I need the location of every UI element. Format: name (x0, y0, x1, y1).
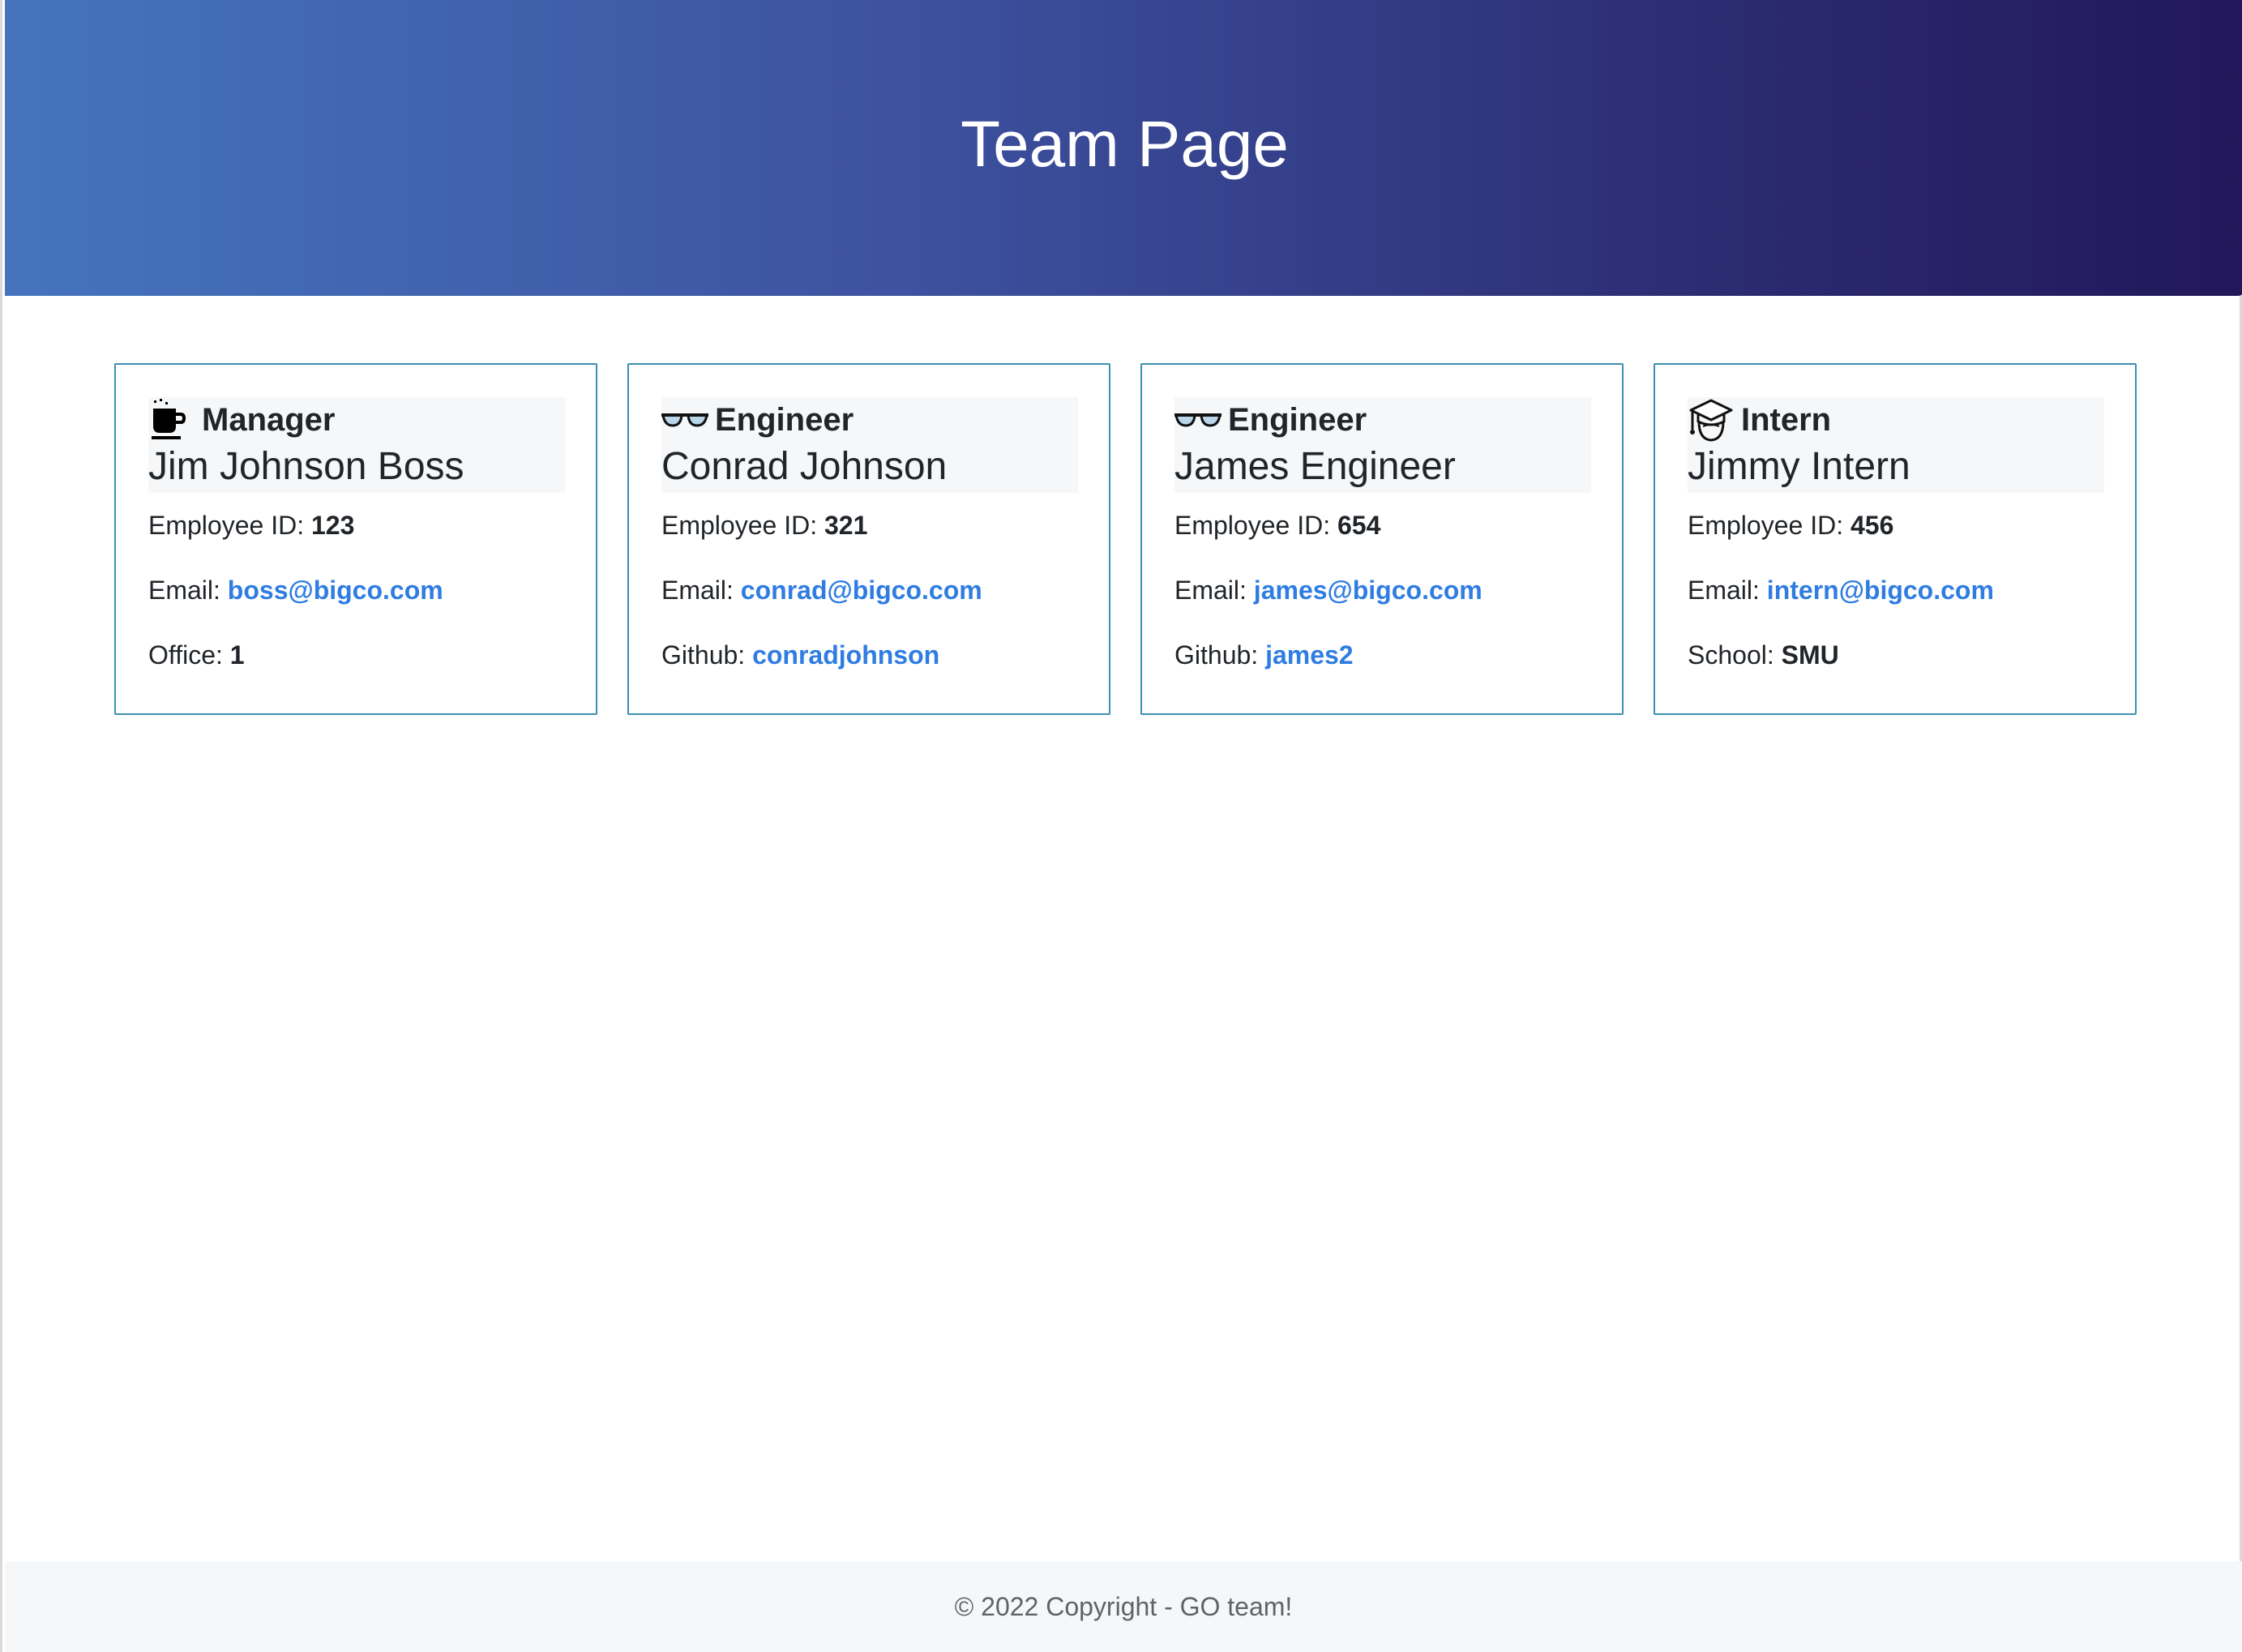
role-line: Engineer (661, 397, 1078, 439)
email-row: Email: intern@bigco.com (1688, 558, 2103, 623)
email-link[interactable]: boss@bigco.com (228, 576, 443, 605)
school-label: School: (1688, 640, 1774, 670)
page-header: Team Page (5, 0, 2242, 296)
employee-id-row: Employee ID: 123 (148, 493, 563, 558)
employee-id-row: Employee ID: 321 (661, 493, 1076, 558)
page: Team Page Manager Jim Johnson Boss Emplo… (0, 0, 2242, 1652)
employee-card-manager: Manager Jim Johnson Boss Employee ID: 12… (114, 363, 597, 715)
email-link[interactable]: conrad@bigco.com (741, 576, 982, 605)
employee-id-label: Employee ID: (661, 511, 818, 540)
employee-id-label: Employee ID: (1688, 511, 1844, 540)
employee-card-engineer: Engineer James Engineer Employee ID: 654… (1140, 363, 1624, 715)
card-header: Intern Jimmy Intern (1688, 397, 2104, 493)
email-label: Email: (661, 576, 734, 605)
role-line: Intern (1688, 397, 2104, 442)
github-row: Github: james2 (1174, 623, 1590, 687)
email-link[interactable]: intern@bigco.com (1767, 576, 1994, 605)
employee-name: Conrad Johnson (661, 445, 948, 488)
glasses-icon (1174, 399, 1222, 441)
role-label: Engineer (715, 401, 854, 438)
employee-card-intern: Intern Jimmy Intern Employee ID: 456 Ema… (1654, 363, 2137, 715)
page-title: Team Page (961, 107, 1289, 180)
employee-id-value: 321 (824, 511, 868, 540)
role-label: Intern (1741, 401, 1832, 438)
employee-card-engineer: Engineer Conrad Johnson Employee ID: 321… (627, 363, 1110, 715)
role-line: Engineer (1174, 397, 1591, 439)
role-line: Manager (148, 397, 565, 439)
glasses-icon (661, 399, 708, 441)
email-label: Email: (1174, 576, 1247, 605)
employee-id-value: 123 (310, 511, 355, 540)
role-label: Engineer (1228, 401, 1367, 438)
github-label: Github: (1174, 640, 1259, 670)
office-label: Office: (148, 640, 223, 670)
card-header: Engineer James Engineer (1174, 397, 1591, 493)
role-label: Manager (202, 401, 336, 438)
employee-id-value: 654 (1337, 511, 1381, 540)
github-row: Github: conradjohnson (661, 623, 1076, 687)
office-value: 1 (229, 640, 245, 670)
office-row: Office: 1 (148, 623, 563, 687)
school-value: SMU (1781, 640, 1839, 670)
employee-name: Jimmy Intern (1688, 445, 1910, 488)
page-footer: © 2022 Copyright - GO team! (5, 1561, 2242, 1652)
employee-id-label: Employee ID: (148, 511, 305, 540)
github-link[interactable]: conradjohnson (752, 640, 939, 670)
employee-name: James Engineer (1174, 445, 1456, 488)
employee-id-row: Employee ID: 654 (1174, 493, 1590, 558)
card-header: Manager Jim Johnson Boss (148, 397, 565, 493)
school-row: School: SMU (1688, 623, 2103, 687)
github-link[interactable]: james2 (1265, 640, 1354, 670)
card-header: Engineer Conrad Johnson (661, 397, 1078, 493)
employee-id-row: Employee ID: 456 (1688, 493, 2103, 558)
employee-name: Jim Johnson Boss (148, 445, 464, 488)
copyright-text: © 2022 Copyright - GO team! (954, 1591, 1293, 1621)
email-label: Email: (1688, 576, 1760, 605)
graduate-icon (1688, 399, 1735, 442)
github-label: Github: (661, 640, 746, 670)
email-link[interactable]: james@bigco.com (1254, 576, 1483, 605)
team-cards: Manager Jim Johnson Boss Employee ID: 12… (114, 363, 2137, 715)
coffee-mug-icon (148, 399, 195, 441)
employee-id-value: 456 (1850, 511, 1894, 540)
email-label: Email: (148, 576, 220, 605)
email-row: Email: boss@bigco.com (148, 558, 563, 623)
email-row: Email: conrad@bigco.com (661, 558, 1076, 623)
employee-id-label: Employee ID: (1174, 511, 1331, 540)
email-row: Email: james@bigco.com (1174, 558, 1590, 623)
